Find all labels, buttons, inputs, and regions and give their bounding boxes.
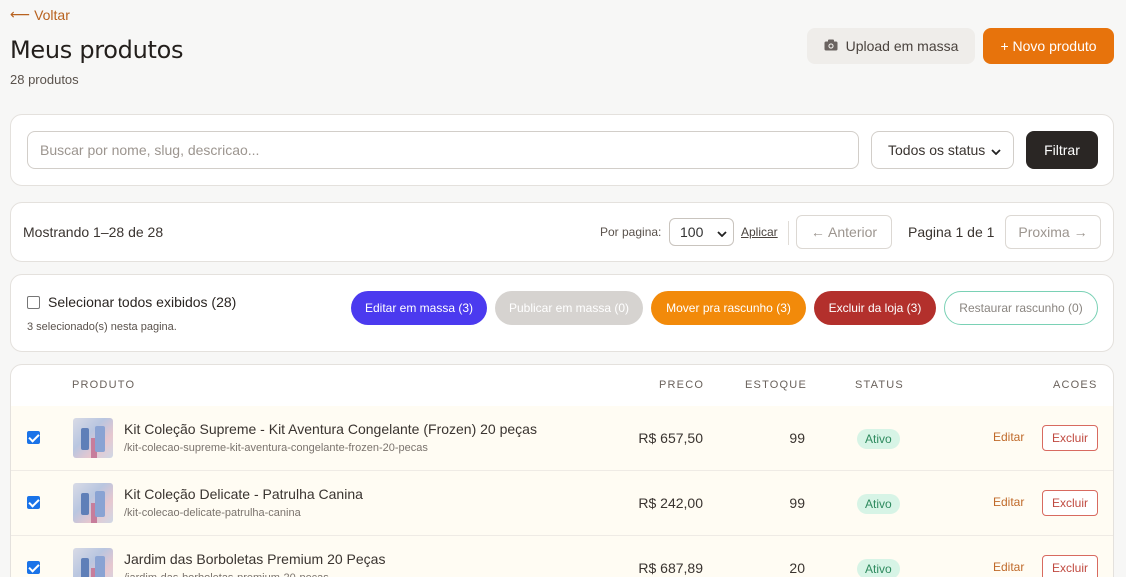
delete-button[interactable]: Excluir [1042,555,1098,577]
new-product-button[interactable]: + Novo produto [983,28,1114,64]
product-thumbnail [73,418,113,458]
edit-link[interactable]: Editar [993,495,1024,509]
bulk-actions-panel: Selecionar todos exibidos (28) 3 selecio… [10,274,1114,352]
column-header-actions: ACOES [1053,379,1098,391]
per-page-value: 100 [680,224,704,240]
bulk-edit-button[interactable]: Editar em massa (3) [351,291,487,325]
status-select-value: Todos os status [888,142,986,158]
filter-button[interactable]: Filtrar [1026,131,1098,169]
search-panel: Todos os status Filtrar [10,114,1114,186]
chevron-down-icon [991,142,1001,158]
product-price: R$ 657,50 [638,430,703,446]
bulk-restore-button[interactable]: Restaurar rascunho (0) [944,291,1098,325]
bulk-draft-button[interactable]: Mover pra rascunho (3) [651,291,806,325]
pagination-panel: Mostrando 1–28 de 28 Por pagina: 100 Apl… [10,202,1114,262]
product-thumbnail [73,483,113,523]
per-page-label: Por pagina: [600,225,662,239]
camera-icon [824,38,838,54]
page-title: Meus produtos [10,36,184,64]
delete-button[interactable]: Excluir [1042,425,1098,451]
product-stock: 99 [789,430,805,446]
row-checkbox[interactable] [27,561,40,574]
status-select[interactable]: Todos os status [871,131,1014,169]
column-header-product: PRODUTO [72,379,136,391]
product-slug: /kit-colecao-delicate-patrulha-canina [124,507,301,519]
product-slug: /jardim-das-borboletas-premium-20-pecas [124,572,329,577]
product-price: R$ 242,00 [638,495,703,511]
edit-link[interactable]: Editar [993,560,1024,574]
divider [788,221,789,245]
product-name[interactable]: Jardim das Borboletas Premium 20 Peças [124,551,385,567]
column-header-stock: ESTOQUE [745,379,807,391]
column-header-status: STATUS [855,379,904,391]
select-all-checkbox[interactable] [27,295,40,309]
table-row: Jardim das Borboletas Premium 20 Peças /… [11,536,1113,577]
product-count: 28 produtos [10,72,79,87]
product-name[interactable]: Kit Coleção Supreme - Kit Aventura Conge… [124,421,537,437]
status-badge: Ativo [857,429,900,449]
apply-link[interactable]: Aplicar [741,225,778,239]
product-thumbnail [73,548,113,577]
back-link[interactable]: ⟵ Voltar [10,6,70,23]
upload-label: Upload em massa [845,38,959,54]
product-stock: 99 [789,495,805,511]
page-info: Pagina 1 de 1 [908,224,995,240]
chevron-down-icon [717,224,727,240]
bulk-delete-button[interactable]: Excluir da loja (3) [814,291,936,325]
previous-page-button[interactable]: ← Anterior [796,215,892,249]
select-all[interactable]: Selecionar todos exibidos (28) [27,294,236,310]
product-slug: /kit-colecao-supreme-kit-aventura-congel… [124,442,428,454]
status-badge: Ativo [857,559,900,577]
product-price: R$ 687,89 [638,560,703,576]
back-label: Voltar [34,6,70,23]
showing-text: Mostrando 1–28 de 28 [23,224,164,240]
table-row: Kit Coleção Delicate - Patrulha Canina /… [11,471,1113,536]
table-row: Kit Coleção Supreme - Kit Aventura Conge… [11,406,1113,471]
delete-button[interactable]: Excluir [1042,490,1098,516]
status-badge: Ativo [857,494,900,514]
next-page-button[interactable]: Proxima → [1005,215,1101,249]
arrow-left-icon: ⟵ [10,6,31,22]
column-header-price: PRECO [659,379,705,391]
bulk-publish-button[interactable]: Publicar em massa (0) [495,291,643,325]
row-checkbox[interactable] [27,431,40,444]
row-checkbox[interactable] [27,496,40,509]
search-input[interactable] [27,131,859,169]
product-name[interactable]: Kit Coleção Delicate - Patrulha Canina [124,486,363,502]
select-all-label: Selecionar todos exibidos (28) [48,294,237,310]
edit-link[interactable]: Editar [993,430,1024,444]
per-page-select[interactable]: 100 [669,218,734,246]
upload-bulk-button[interactable]: Upload em massa [807,28,975,64]
products-table: PRODUTO PRECO ESTOQUE STATUS ACOES Kit C… [10,364,1114,577]
product-stock: 20 [789,560,805,576]
selected-count: 3 selecionado(s) nesta pagina. [27,321,177,333]
